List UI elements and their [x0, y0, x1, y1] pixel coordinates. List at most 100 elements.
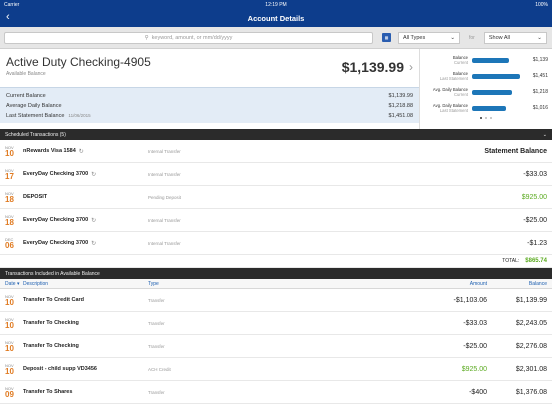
- scheduled-row[interactable]: NOV 18 EveryDay Checking 3700 ↻ Internal Tra…: [0, 209, 552, 232]
- row-description: Deposit - child supp VD3456: [23, 366, 97, 372]
- scheduled-header[interactable]: Scheduled Transactions (5) ⌄: [0, 129, 552, 140]
- recurring-icon: ↻: [91, 217, 97, 224]
- recurring-icon: ↻: [78, 148, 84, 155]
- scheduled-row[interactable]: NOV 10 nRewards Visa 1584 ↻ Internal Transfe…: [0, 140, 552, 163]
- chart-bar: [472, 73, 520, 79]
- balance-chart[interactable]: Balance Current $1,139 Balance Last Statemen…: [420, 49, 552, 129]
- row-day: 18: [5, 218, 14, 227]
- row-day: 09: [5, 390, 14, 399]
- row-amount: -$33.03: [523, 170, 547, 178]
- col-date[interactable]: Date ▾: [5, 281, 23, 287]
- recurring-icon: ↻: [91, 171, 97, 178]
- account-subtitle: Available Balance: [6, 71, 46, 77]
- chart-bar-track: [472, 73, 520, 79]
- chart-bar-value: $1,016: [532, 105, 548, 111]
- status-bar: Carrier 12:19 PM 100%: [0, 0, 552, 9]
- chart-bar-value: $1,451: [532, 73, 548, 79]
- scheduled-total: TOTAL: $865.74: [0, 255, 552, 268]
- status-time: 12:19 PM: [265, 1, 287, 8]
- total-value: $865.74: [525, 258, 547, 264]
- available-balance: $1,139.99 ›: [342, 59, 413, 75]
- chart-bar-subtitle: Last Statement: [439, 76, 468, 81]
- row-date: NOV 17: [5, 168, 23, 181]
- chart-bar-row: Balance Current $1,139: [424, 52, 548, 68]
- chevron-down-icon[interactable]: ⌄: [543, 132, 547, 138]
- search-placeholder: keyword, amount, or mm/dd/yyyy: [151, 34, 233, 41]
- row-type: Internal Transfer: [148, 171, 181, 177]
- recurring-icon: ↻: [91, 240, 97, 247]
- search-input[interactable]: ⚲ keyword, amount, or mm/dd/yyyy: [4, 31, 373, 44]
- scheduled-row[interactable]: DEC 06 EveryDay Checking 3700 ↻ Internal Tra…: [0, 232, 552, 255]
- row-description: EveryDay Checking 3700 ↻: [23, 217, 148, 224]
- row-amount: -$25.00: [523, 216, 547, 224]
- account-header[interactable]: Active Duty Checking-4905 Available Bala…: [0, 49, 419, 87]
- row-description: EveryDay Checking 3700 ↻: [23, 171, 148, 178]
- transaction-row[interactable]: NOV 09 Transfer To Shares Transfer -$400 $1,3…: [0, 381, 552, 404]
- transaction-row[interactable]: NOV 10 Deposit - child supp VD3456 ACH Cred…: [0, 358, 552, 381]
- chevron-left-icon[interactable]: ‹: [6, 11, 10, 23]
- row-description-text: EveryDay Checking 3700: [23, 217, 89, 223]
- current-balance-label: Current Balance: [6, 93, 46, 99]
- row-date: NOV 10: [5, 145, 23, 158]
- row-type: Transfer: [148, 320, 165, 326]
- chart-bar: [472, 89, 513, 95]
- type-select-value: All Types: [403, 34, 426, 41]
- row-type: Pending Deposit: [148, 194, 182, 200]
- row-type: Transfer: [148, 297, 165, 303]
- row-type: Internal Transfer: [148, 240, 181, 246]
- row-description: Transfer To Checking: [23, 343, 79, 349]
- row-description: Transfer To Shares: [23, 389, 73, 395]
- scheduled-title: Scheduled Transactions (5): [5, 131, 66, 138]
- col-amount[interactable]: Amount: [378, 281, 487, 287]
- search-icon: ⚲: [144, 34, 149, 41]
- chart-bar-row: Balance Last Statement $1,451: [424, 68, 548, 84]
- row-description: EveryDay Checking 3700 ↻: [23, 240, 148, 247]
- row-day: 10: [5, 321, 14, 330]
- transaction-row[interactable]: NOV 10 Transfer To Checking Transfer -$33.03…: [0, 312, 552, 335]
- included-title: Transactions Included in Available Balan…: [5, 270, 100, 277]
- row-description: Transfer To Checking: [23, 320, 79, 326]
- account-summary-left: Active Duty Checking-4905 Available Bala…: [0, 49, 420, 129]
- available-balance-value: $1,139.99: [341, 59, 404, 75]
- row-amount: -$1.23: [527, 239, 547, 247]
- row-amount: -$400: [469, 388, 487, 396]
- show-select[interactable]: Show All ⌄: [483, 31, 547, 44]
- average-balance-row: Average Daily Balance $1,218.88: [6, 101, 413, 111]
- chart-bar-label: Balance Current: [424, 55, 468, 65]
- filter-bar: ⚲ keyword, amount, or mm/dd/yyyy ▦ All T…: [0, 27, 552, 49]
- row-type: Transfer: [148, 389, 165, 395]
- last-statement-label: Last Statement Balance: [6, 113, 65, 119]
- page-dot: [490, 117, 492, 119]
- chevron-right-icon[interactable]: ›: [409, 60, 413, 74]
- chart-bar-value: $1,218: [532, 89, 548, 95]
- page-dot: [485, 117, 487, 119]
- transaction-row[interactable]: NOV 10 Transfer To Credit Card Transfer -$1,…: [0, 289, 552, 312]
- average-balance-value: $1,218.88: [388, 103, 413, 109]
- transaction-row[interactable]: NOV 10 Transfer To Checking Transfer -$25.00…: [0, 335, 552, 358]
- page-dots[interactable]: [424, 117, 548, 119]
- row-balance: $2,243.05: [515, 319, 547, 327]
- row-day: 17: [5, 172, 14, 181]
- for-label: for: [469, 34, 475, 41]
- row-date: NOV 10: [5, 340, 23, 353]
- row-day: 18: [5, 195, 14, 204]
- chart-bar-track: [472, 57, 520, 63]
- scheduled-row[interactable]: NOV 17 EveryDay Checking 3700 ↻ Internal Tra…: [0, 163, 552, 186]
- current-balance-value: $1,139.99: [388, 93, 413, 99]
- chart-bar-value: $1,139: [532, 57, 548, 63]
- row-description-text: nRewards Visa 1584: [23, 148, 76, 154]
- chart-bar-subtitle: Current: [454, 92, 468, 97]
- col-type[interactable]: Type: [148, 281, 378, 287]
- chevron-down-icon: ⌄: [537, 34, 542, 41]
- last-statement-value: $1,451.08: [388, 113, 413, 119]
- row-amount: $925.00: [461, 365, 487, 373]
- row-description: DEPOSIT: [23, 194, 148, 200]
- row-type: Internal Transfer: [148, 148, 181, 154]
- scheduled-row[interactable]: NOV 18 DEPOSIT Pending Deposit $925.00: [0, 186, 552, 209]
- row-day: 10: [5, 344, 14, 353]
- col-balance[interactable]: Balance: [487, 281, 547, 287]
- row-description-text: EveryDay Checking 3700: [23, 240, 89, 246]
- col-description[interactable]: Description: [23, 281, 148, 287]
- calendar-icon[interactable]: ▦: [382, 33, 391, 42]
- type-select[interactable]: All Types ⌄: [398, 31, 460, 44]
